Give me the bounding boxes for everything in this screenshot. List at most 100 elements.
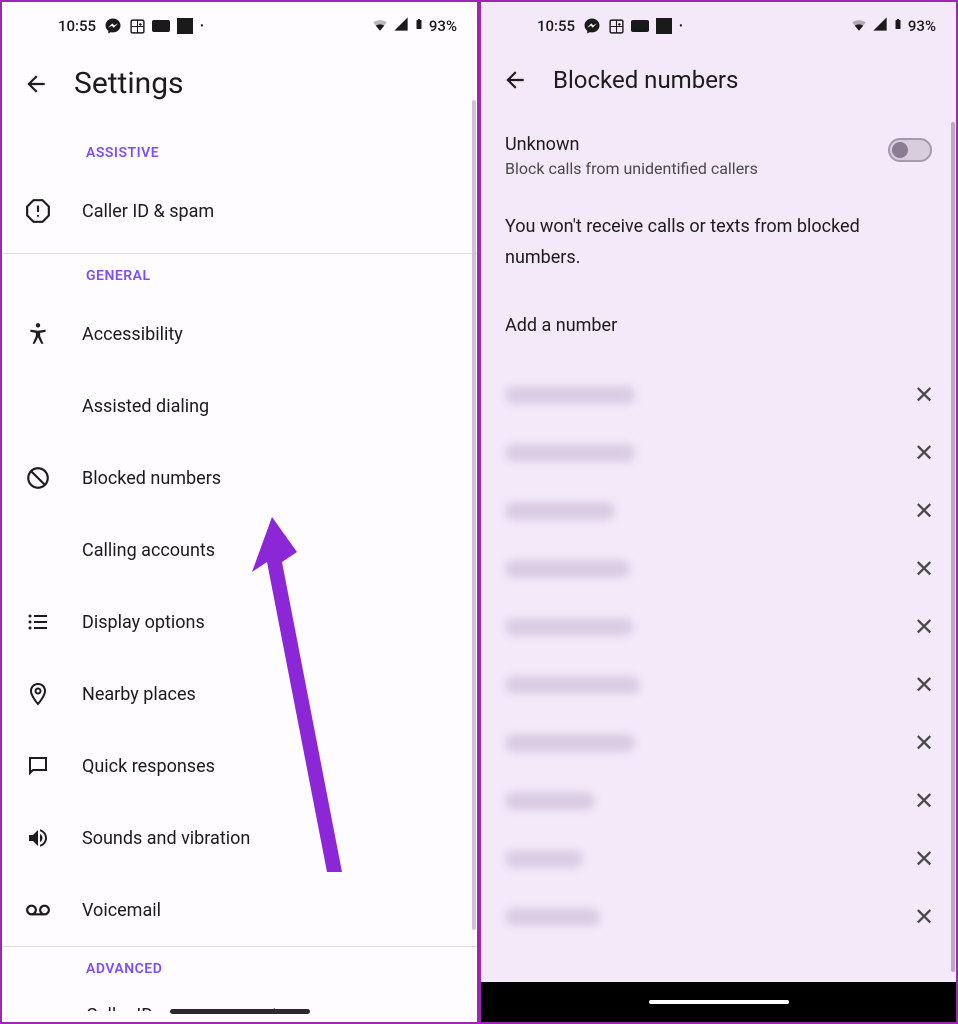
info-text: You won't receive calls or texts from bl… (481, 196, 956, 297)
remove-button[interactable]: ✕ (904, 555, 944, 583)
blocked-number-redacted (505, 734, 635, 752)
row-label: Blocked numbers (82, 468, 221, 489)
messenger-icon (104, 17, 122, 35)
blocked-row: ✕ (505, 830, 944, 888)
home-indicator[interactable] (649, 1000, 789, 1004)
page-title: Blocked numbers (553, 66, 738, 94)
blocked-header: Blocked numbers (481, 46, 956, 124)
row-nearby-places[interactable]: Nearby places (2, 658, 477, 730)
row-calling-accounts[interactable]: Calling accounts (2, 514, 477, 586)
row-label: Sounds and vibration (82, 828, 250, 849)
blocked-row: ✕ (505, 598, 944, 656)
blocked-row: ✕ (505, 714, 944, 772)
row-label: Display options (82, 612, 205, 633)
settings-header: Settings (2, 46, 477, 131)
dot-icon: • (200, 21, 204, 32)
remove-button[interactable]: ✕ (904, 787, 944, 815)
unknown-title: Unknown (505, 134, 758, 155)
row-label: Nearby places (82, 684, 196, 705)
remove-button[interactable]: ✕ (904, 439, 944, 467)
section-assistive: ASSISTIVE (2, 131, 477, 175)
block-icon (22, 462, 54, 494)
status-notification-icons: • (104, 17, 204, 35)
paytm-icon (152, 17, 170, 35)
remove-button[interactable]: ✕ (904, 497, 944, 525)
row-label: Assisted dialing (82, 396, 209, 417)
row-accessibility[interactable]: Accessibility (2, 298, 477, 370)
wifi-icon (850, 15, 868, 37)
voicemail-icon (22, 894, 54, 926)
remove-button[interactable]: ✕ (904, 729, 944, 757)
remove-button[interactable]: ✕ (904, 381, 944, 409)
app-icon (128, 17, 146, 35)
row-display-options[interactable]: Display options (2, 586, 477, 658)
blocked-number-redacted (505, 386, 635, 404)
battery-percent: 93% (429, 17, 457, 35)
settings-screen: 10:55 • (0, 0, 479, 1024)
row-caller-id-announcement[interactable]: Caller ID announcement (2, 991, 477, 1011)
app-icon (607, 17, 625, 35)
blocked-row: ✕ (505, 540, 944, 598)
nav-bar (481, 982, 956, 1022)
dot-icon: • (679, 21, 683, 32)
battery-percent: 93% (908, 17, 936, 35)
blocked-numbers-list: ✕ ✕ ✕ ✕ ✕ ✕ ✕ ✕ (481, 356, 956, 946)
blocked-numbers-screen: 10:55 • (479, 0, 958, 1024)
battery-icon (413, 15, 425, 37)
page-title: Settings (74, 66, 184, 101)
scrollbar[interactable] (951, 122, 955, 972)
row-blocked-numbers[interactable]: Blocked numbers (2, 442, 477, 514)
blocked-number-redacted (505, 502, 615, 520)
row-label: Quick responses (82, 756, 215, 777)
remove-button[interactable]: ✕ (904, 845, 944, 873)
warning-octagon-icon (22, 195, 54, 227)
blocked-number-redacted (505, 444, 635, 462)
blocked-number-redacted (505, 560, 630, 578)
blocked-row: ✕ (505, 424, 944, 482)
unknown-toggle[interactable] (888, 138, 932, 162)
location-icon (22, 678, 54, 710)
blocked-row: ✕ (505, 482, 944, 540)
scrollbar[interactable] (472, 100, 476, 930)
remove-button[interactable]: ✕ (904, 671, 944, 699)
remove-button[interactable]: ✕ (904, 613, 944, 641)
blocked-number-redacted (505, 908, 600, 926)
home-indicator[interactable] (170, 1009, 310, 1014)
chat-icon (22, 750, 54, 782)
signal-icon (393, 16, 409, 36)
row-label: Calling accounts (82, 540, 215, 561)
list-icon (22, 606, 54, 638)
row-assisted-dialing[interactable]: Assisted dialing (2, 370, 477, 442)
remove-button[interactable]: ✕ (904, 903, 944, 931)
status-bar: 10:55 • (2, 2, 477, 46)
status-time: 10:55 (58, 17, 96, 35)
add-number-button[interactable]: Add a number (481, 297, 956, 356)
blocked-row: ✕ (505, 656, 944, 714)
blocked-row: ✕ (505, 888, 944, 946)
blocked-number-redacted (505, 618, 633, 636)
unknown-toggle-row[interactable]: Unknown Block calls from unidentified ca… (481, 124, 956, 196)
toggle-knob (892, 142, 908, 158)
volume-icon (22, 822, 54, 854)
battery-icon (892, 15, 904, 37)
messenger-icon (583, 17, 601, 35)
back-button[interactable] (501, 66, 529, 94)
stop-icon (655, 17, 673, 35)
accessibility-icon (22, 318, 54, 350)
blocked-number-redacted (505, 676, 640, 694)
section-advanced: ADVANCED (2, 947, 477, 991)
row-label: Accessibility (82, 324, 183, 345)
blocked-number-redacted (505, 850, 583, 868)
back-button[interactable] (22, 70, 50, 98)
row-voicemail[interactable]: Voicemail (2, 874, 477, 946)
blocked-row: ✕ (505, 772, 944, 830)
unknown-subtitle: Block calls from unidentified callers (505, 159, 758, 178)
status-time: 10:55 (537, 17, 575, 35)
row-caller-id-spam[interactable]: Caller ID & spam (2, 175, 477, 247)
row-sounds-vibration[interactable]: Sounds and vibration (2, 802, 477, 874)
wifi-icon (371, 15, 389, 37)
signal-icon (872, 16, 888, 36)
status-notification-icons: • (583, 17, 683, 35)
row-label: Caller ID & spam (82, 201, 214, 222)
row-quick-responses[interactable]: Quick responses (2, 730, 477, 802)
